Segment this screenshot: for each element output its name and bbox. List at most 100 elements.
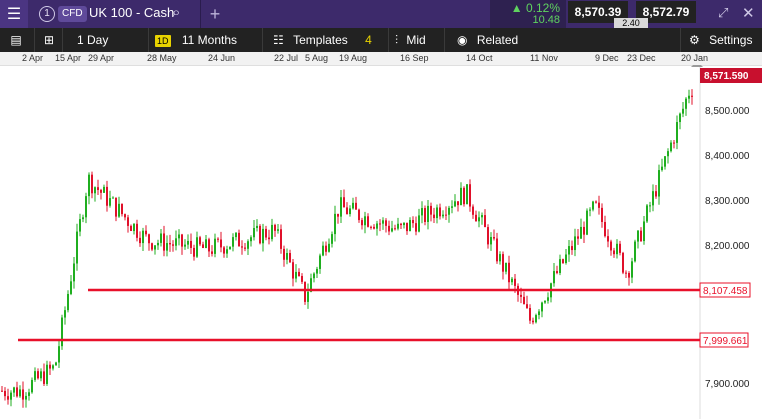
candle-body — [220, 239, 222, 248]
candle-body — [460, 187, 462, 206]
date-tick: 16 Sep — [400, 53, 429, 63]
settings-label: Settings — [709, 33, 753, 47]
candle-body — [67, 293, 69, 311]
candle-body — [301, 275, 303, 282]
candle-body — [391, 228, 393, 232]
candle-body — [691, 95, 693, 97]
candle-body — [376, 223, 378, 229]
candle-body — [442, 214, 444, 217]
interval-selector[interactable]: 1 Day — [62, 28, 148, 52]
price-chart[interactable]: 8,500.000 8,400.000 8,300.000 8,200.000 … — [0, 65, 762, 419]
candle-body — [244, 247, 246, 249]
list-icon[interactable]: ▤ — [6, 28, 26, 52]
date-tick: 22 Jul — [274, 53, 299, 63]
gear-icon: ⚙ — [689, 33, 700, 47]
candle-body — [487, 227, 489, 245]
price-type-button[interactable]: ⫶ Mid — [388, 28, 444, 52]
candle-body — [541, 302, 543, 312]
candle-body — [172, 244, 174, 246]
candlestick-icon: ⫶ — [395, 33, 399, 47]
candle-body — [214, 238, 216, 254]
candle-body — [589, 209, 591, 211]
settings-button[interactable]: ⚙ Settings — [680, 28, 762, 52]
candle-body — [115, 197, 117, 217]
candle-body — [490, 237, 492, 245]
expand-icon[interactable]: ⤢ — [718, 5, 728, 21]
candle-body — [79, 219, 81, 232]
candle-body — [289, 253, 291, 263]
candle-body — [613, 250, 615, 255]
candle-body — [379, 223, 381, 225]
candle-body — [262, 228, 264, 244]
date-tick: 23 Dec — [627, 53, 656, 63]
candle-body — [439, 207, 441, 217]
date-tick: 29 Apr — [88, 53, 115, 63]
candle-body — [505, 262, 507, 272]
layout-icon[interactable]: ⊞ — [34, 28, 63, 52]
candle-body — [250, 237, 252, 242]
candle-body — [205, 239, 207, 248]
candle-body — [229, 246, 231, 250]
candle-body — [469, 184, 471, 207]
chart-toolbar: ▤ ⊞ 1 Day 1D 11 Months ☷ Templates 4 ⫶ M… — [0, 28, 762, 52]
candle-body — [664, 156, 666, 167]
line-label-upper: 8,107.458 — [703, 286, 748, 297]
candle-body — [175, 238, 177, 246]
candle-body — [628, 273, 630, 278]
close-icon[interactable]: ✕ — [742, 4, 755, 22]
range-selector[interactable]: 1D 11 Months — [148, 28, 262, 52]
candle-body — [616, 243, 618, 255]
date-tick: 2 Apr — [22, 53, 44, 63]
templates-button[interactable]: ☷ Templates 4 — [262, 28, 388, 52]
candle-body — [91, 174, 93, 194]
candle-body — [226, 249, 228, 254]
candle-body — [88, 174, 90, 197]
candle-body — [661, 166, 663, 171]
candle-body — [448, 207, 450, 215]
candle-body — [145, 230, 147, 235]
eye-icon: ◉ — [457, 33, 468, 47]
candle-body — [169, 243, 171, 245]
candle-body — [499, 254, 501, 262]
candle-body — [346, 207, 348, 215]
candle-body — [283, 248, 285, 260]
candle-body — [634, 241, 636, 262]
candle-body — [28, 392, 30, 396]
candle-body — [682, 108, 684, 114]
candle-body — [31, 379, 33, 393]
candle-body — [22, 389, 24, 400]
candle-body — [520, 294, 522, 297]
line-label-lower: 7,999.661 — [703, 336, 748, 347]
candle-body — [349, 208, 351, 215]
price-tick: 7,900.000 — [705, 379, 750, 390]
date-tick: 19 Aug — [339, 53, 368, 63]
candle-body — [343, 197, 345, 208]
candle-body — [592, 201, 594, 210]
candle-body — [652, 191, 654, 206]
candle-body — [475, 214, 477, 222]
candle-body — [241, 246, 243, 248]
templates-label: Templates — [293, 33, 348, 47]
candle-body — [307, 291, 309, 302]
hamburger-menu-icon[interactable]: ☰ — [0, 0, 28, 28]
candle-body — [127, 217, 129, 226]
candle-body — [106, 186, 108, 206]
candle-body — [478, 217, 480, 222]
candle-body — [412, 220, 414, 224]
candle-body — [415, 223, 417, 232]
candle-body — [94, 187, 96, 194]
plus-icon[interactable]: + — [200, 0, 229, 28]
candle-body — [454, 201, 456, 207]
related-button[interactable]: ◉ Related — [444, 28, 534, 52]
candle-body — [673, 142, 675, 144]
candle-body — [451, 206, 453, 208]
candle-body — [544, 300, 546, 303]
instrument-name[interactable]: UK 100 - Cash — [89, 5, 174, 20]
candle-body — [52, 365, 54, 369]
candle-body — [637, 230, 639, 242]
date-tick: 28 May — [147, 53, 177, 63]
search-icon[interactable]: ⌕ — [172, 4, 180, 21]
candle-body — [181, 234, 183, 247]
templates-count: 4 — [365, 33, 372, 47]
tab-number-badge[interactable]: 1 — [39, 6, 55, 22]
